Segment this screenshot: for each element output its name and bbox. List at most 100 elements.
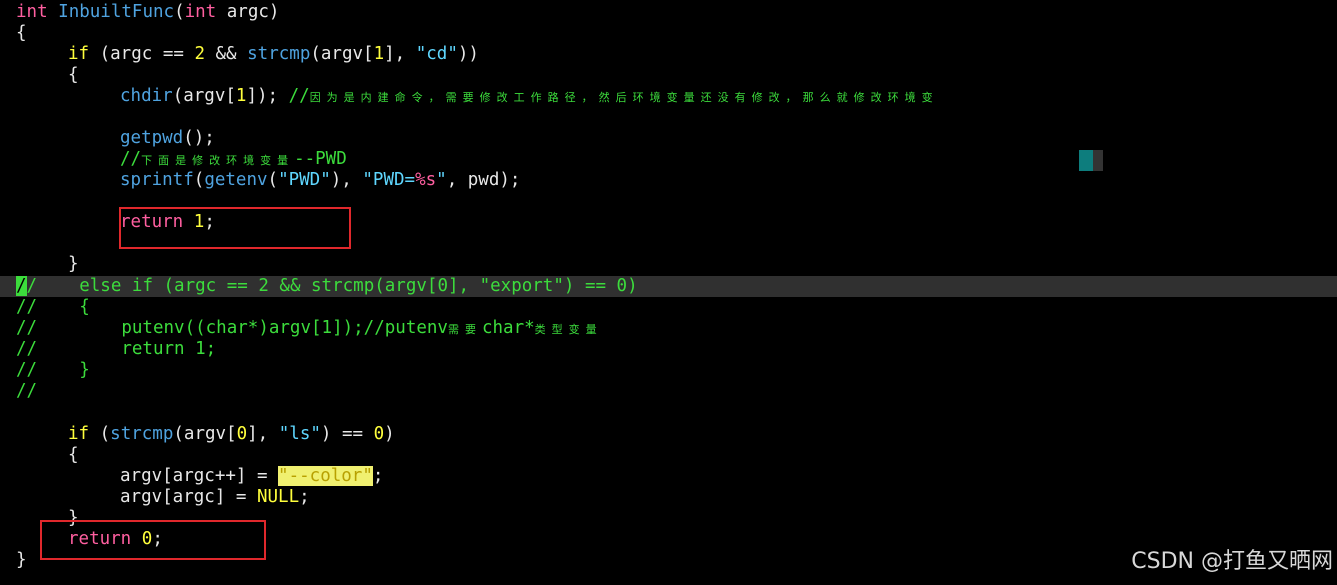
code-line[interactable]: sprintf(getenv("PWD"), "PWD=%s", pwd); [0,170,1337,191]
token-def: ) == [320,424,374,444]
token-cmt: // putenv((char*)argv[1]);//putenv [16,318,448,338]
code-line[interactable]: argv[argc++] = "--color"; [0,466,1337,487]
token-cmt: // } [16,360,90,380]
token-def: argv[argc++] = [120,466,279,486]
token-def: (argv[ [310,44,374,64]
code-editor[interactable]: int InbuiltFunc(int argc){if (argc == 2 … [0,0,1337,585]
code-line[interactable]: { [0,23,1337,44]
code-line-text: // return 1; [16,339,216,360]
token-def: (); [183,128,215,148]
code-line-text: // } [16,360,90,381]
code-line-text: if (strcmp(argv[0], "ls") == 0) [68,424,395,445]
code-line[interactable]: { [0,65,1337,86]
token-def: ]); [246,86,289,106]
token-cmt: // { [16,297,90,317]
token-def: { [68,445,79,465]
code-line[interactable]: getpwd(); [0,128,1337,149]
token-def: ( [89,424,111,444]
code-line[interactable]: chdir(argv[1]); //因为是内建命令，需要修改工作路径，然后环境变… [0,86,1337,107]
token-cmt: char* [481,318,535,338]
token-def: ) [384,424,395,444]
token-cmt: --PWD [294,149,347,169]
token-kw: int [16,2,48,22]
code-line[interactable]: argv[argc] = NULL; [0,487,1337,508]
code-line-text: { [16,23,27,44]
token-fn: strcmp [110,424,174,444]
token-str: "PWD= [362,170,416,190]
highlight-box-return-0 [40,520,266,560]
code-line[interactable]: int InbuiltFunc(int argc) [0,2,1337,23]
token-cjk: 类型变量 [534,323,603,336]
code-line-text: } [68,254,79,275]
token-cur: / [16,276,27,296]
token-def: ], [384,44,416,64]
token-def: , pwd); [446,170,521,190]
code-line-text: sprintf(getenv("PWD"), "PWD=%s", pwd); [120,170,520,191]
token-def: && [204,44,248,64]
code-line[interactable]: if (strcmp(argv[0], "ls") == 0) [0,424,1337,445]
token-def: } [68,254,79,274]
token-cmt: // return 1; [16,339,217,359]
token-cmt: // [120,149,142,169]
code-line-text: // else if (argc == 2 && strcmp(argv[0],… [16,276,638,297]
code-line[interactable]: if (argc == 2 && strcmp(argv[1], "cd")) [0,44,1337,65]
code-line-text: if (argc == 2 && strcmp(argv[1], "cd")) [68,44,479,65]
token-def: (argv[ [173,424,237,444]
token-def: argv[argc] = [120,487,257,507]
token-cjk: 需要 [447,323,482,336]
code-line[interactable]: //下面是修改环境变量--PWD [0,149,1337,170]
code-line-text: getpwd(); [120,128,215,149]
token-fn: strcmp [247,44,311,64]
token-def: ; [299,487,310,507]
code-line-text: argv[argc++] = "--color"; [120,466,383,487]
token-def: { [68,65,79,85]
token-def: ( [174,2,185,22]
token-str: "ls" [278,424,321,444]
token-fn: sprintf [120,170,194,190]
token-fn: getpwd [120,128,184,148]
token-def: ; [372,466,384,486]
token-num: 1 [235,86,247,106]
token-fmt: %s [415,170,437,190]
cursor-marker [1079,150,1093,171]
code-line[interactable]: // putenv((char*)argv[1]);//putenv需要char… [0,318,1337,339]
token-def: } [16,550,27,570]
code-line-text: // { [16,297,90,318]
token-num: 1 [373,44,385,64]
token-ctl: if [68,424,90,444]
token-def: (argc == [89,44,195,64]
token-num: 2 [194,44,205,64]
code-line-text: // putenv((char*)argv[1]);//putenv需要char… [16,318,603,340]
token-str: "PWD" [278,170,331,190]
token-num: 0 [236,424,248,444]
token-def: ], [247,424,279,444]
token-cjk: 因为是内建命令，需要修改工作路径，然后环境变量还没有修改，那么就修改环境变 [309,91,939,104]
token-def: ( [193,170,205,190]
code-line[interactable] [0,107,1337,128]
token-cjk: 下面是修改环境变量 [141,154,295,167]
highlight-box-return-1 [119,207,351,249]
code-line-text: chdir(argv[1]); //因为是内建命令，需要修改工作路径，然后环境变… [120,86,939,108]
code-line[interactable] [0,402,1337,423]
token-kw: int [184,2,217,22]
token-fn: chdir [120,86,173,106]
code-line[interactable]: // { [0,297,1337,318]
code-line[interactable]: } [0,254,1337,275]
token-def [48,2,59,22]
code-line-text: int InbuiltFunc(int argc) [16,2,279,23]
token-cmt: // [288,86,310,106]
token-def: { [16,23,27,43]
code-line-text: { [68,65,79,86]
code-line[interactable]: // } [0,360,1337,381]
code-line[interactable]: { [0,445,1337,466]
token-str: "cd" [415,44,458,64]
code-line[interactable]: // return 1; [0,339,1337,360]
code-line[interactable]: // else if (argc == 2 && strcmp(argv[0],… [0,276,1337,297]
token-def: )) [457,44,479,64]
code-line[interactable]: // [0,381,1337,402]
watermark-text: CSDN @打鱼又晒网 [1131,549,1333,574]
token-ctl: if [68,44,90,64]
token-cmt: // [16,381,38,401]
token-num: 0 [373,424,385,444]
token-fn: getenv [204,170,268,190]
